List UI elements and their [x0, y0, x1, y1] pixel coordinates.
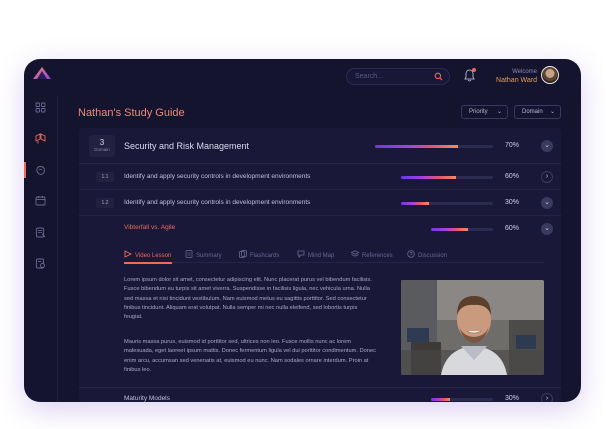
tab-references[interactable]: References — [351, 250, 393, 259]
tab-flashcards[interactable]: Flashcards — [239, 250, 279, 259]
tab-label: References — [362, 253, 393, 259]
subtopic-row[interactable]: 1.2 Identify and apply security controls… — [79, 190, 561, 216]
chat-icon — [297, 250, 305, 258]
lesson-progress-bar — [431, 228, 493, 231]
tab-discussion[interactable]: Discussion — [407, 250, 447, 259]
progress-fill — [375, 145, 458, 148]
lesson-title: Vibterfall vs. Agile — [124, 224, 176, 231]
stack-icon — [351, 250, 359, 257]
tab-summary[interactable]: Summary — [185, 250, 222, 259]
play-icon — [124, 250, 132, 258]
search-placeholder: Search... — [355, 73, 384, 80]
sidebar-item-study-guide[interactable] — [35, 133, 46, 144]
domain-number-label: Domain — [94, 147, 110, 152]
progress-fill — [401, 202, 429, 205]
chevron-down-icon[interactable]: ⌄ — [541, 197, 553, 209]
domain-row[interactable]: 3 Domain Security and Risk Management 70… — [79, 128, 561, 164]
tab-label: Discussion — [418, 253, 448, 259]
domain-title: Security and Risk Management — [124, 141, 250, 151]
domain-progress-text: 70% — [505, 142, 520, 149]
next-lesson-progress-text: 30% — [505, 395, 520, 402]
progress-fill — [431, 228, 469, 231]
progress-fill — [401, 176, 457, 179]
lesson-tabs: Video Lesson Summary Flashcards Mind Map… — [124, 247, 544, 264]
tab-label: Flashcards — [250, 253, 280, 259]
domain-number: 3 — [99, 138, 105, 147]
sidebar-item-calendar[interactable] — [35, 195, 46, 206]
next-lesson-progress-bar — [431, 398, 493, 401]
subtopic-progress-text: 30% — [505, 199, 520, 206]
subtopic-progress-bar — [401, 202, 493, 205]
sidebar-item-brain[interactable] — [35, 165, 46, 176]
domain-number-badge: 3 Domain — [89, 135, 115, 157]
lesson-paragraph: Lorem ipsum dolor sit amet, consectetur … — [124, 277, 372, 321]
top-bar: Search... Welcome Nathan Ward — [24, 59, 581, 95]
user-name[interactable]: Nathan Ward — [496, 77, 537, 84]
document-icon — [185, 250, 193, 258]
chevron-down-icon: ⌄ — [496, 109, 502, 115]
search-input[interactable]: Search... — [346, 68, 450, 85]
search-icon[interactable] — [434, 72, 443, 81]
sidebar-divider — [57, 95, 58, 402]
sidebar-item-notes[interactable] — [35, 227, 46, 238]
subtopic-label: Identify and apply security controls in … — [124, 199, 311, 206]
chevron-right-icon[interactable]: › — [541, 171, 553, 183]
chevron-down-icon: ⌄ — [549, 109, 555, 115]
lesson-paragraph: Mauris massa purus, euismod id porttitor… — [124, 339, 376, 373]
domain-dropdown-label: Domain — [522, 109, 543, 115]
sidebar — [24, 95, 57, 402]
tab-mind-map[interactable]: Mind Map — [297, 250, 334, 259]
lesson-row[interactable]: Vibterfall vs. Agile 60% ⌄ — [79, 216, 561, 242]
tab-label: Video Lesson — [135, 253, 172, 259]
video-thumbnail[interactable] — [401, 280, 544, 375]
tab-label: Mind Map — [308, 253, 335, 259]
chevron-down-icon[interactable]: ⌄ — [541, 223, 553, 235]
domain-progress-bar — [375, 145, 493, 148]
subtopic-number: 1.1 — [96, 172, 114, 182]
collapse-chevron-icon[interactable]: ⌄ — [541, 140, 553, 152]
notification-dot — [472, 68, 476, 72]
domain-card: 3 Domain Security and Risk Management 70… — [79, 128, 561, 402]
discussion-icon — [407, 250, 415, 258]
subtopic-progress-text: 60% — [505, 173, 520, 180]
priority-dropdown[interactable]: Priority ⌄ — [461, 105, 508, 119]
active-tab-underline — [124, 262, 172, 264]
subtopic-label: Identify and apply security controls in … — [124, 173, 311, 180]
sidebar-item-dashboard[interactable] — [35, 102, 46, 113]
cards-icon — [239, 250, 247, 258]
page-title: Nathan's Study Guide — [78, 107, 185, 119]
tab-label: Summary — [196, 253, 222, 259]
app-window: Search... Welcome Nathan Ward Nathan's S… — [24, 59, 581, 402]
lesson-progress-text: 60% — [505, 225, 520, 232]
avatar[interactable] — [541, 66, 559, 84]
next-lesson-title: Maturity Models — [124, 395, 170, 402]
domain-dropdown[interactable]: Domain ⌄ — [514, 105, 561, 119]
sidebar-active-indicator — [24, 162, 26, 178]
chevron-right-icon[interactable]: › — [541, 393, 553, 402]
logo-icon[interactable] — [32, 66, 52, 80]
subtopic-progress-bar — [401, 176, 493, 179]
tab-video-lesson[interactable]: Video Lesson — [124, 250, 171, 259]
progress-fill — [431, 398, 450, 401]
sidebar-item-reports[interactable] — [35, 258, 46, 269]
next-lesson-row[interactable]: Maturity Models 30% › — [79, 387, 561, 402]
welcome-label: Welcome — [512, 69, 537, 75]
subtopic-row[interactable]: 1.1 Identify and apply security controls… — [79, 164, 561, 190]
priority-dropdown-label: Priority — [469, 109, 488, 115]
subtopic-number: 1.2 — [96, 198, 114, 208]
